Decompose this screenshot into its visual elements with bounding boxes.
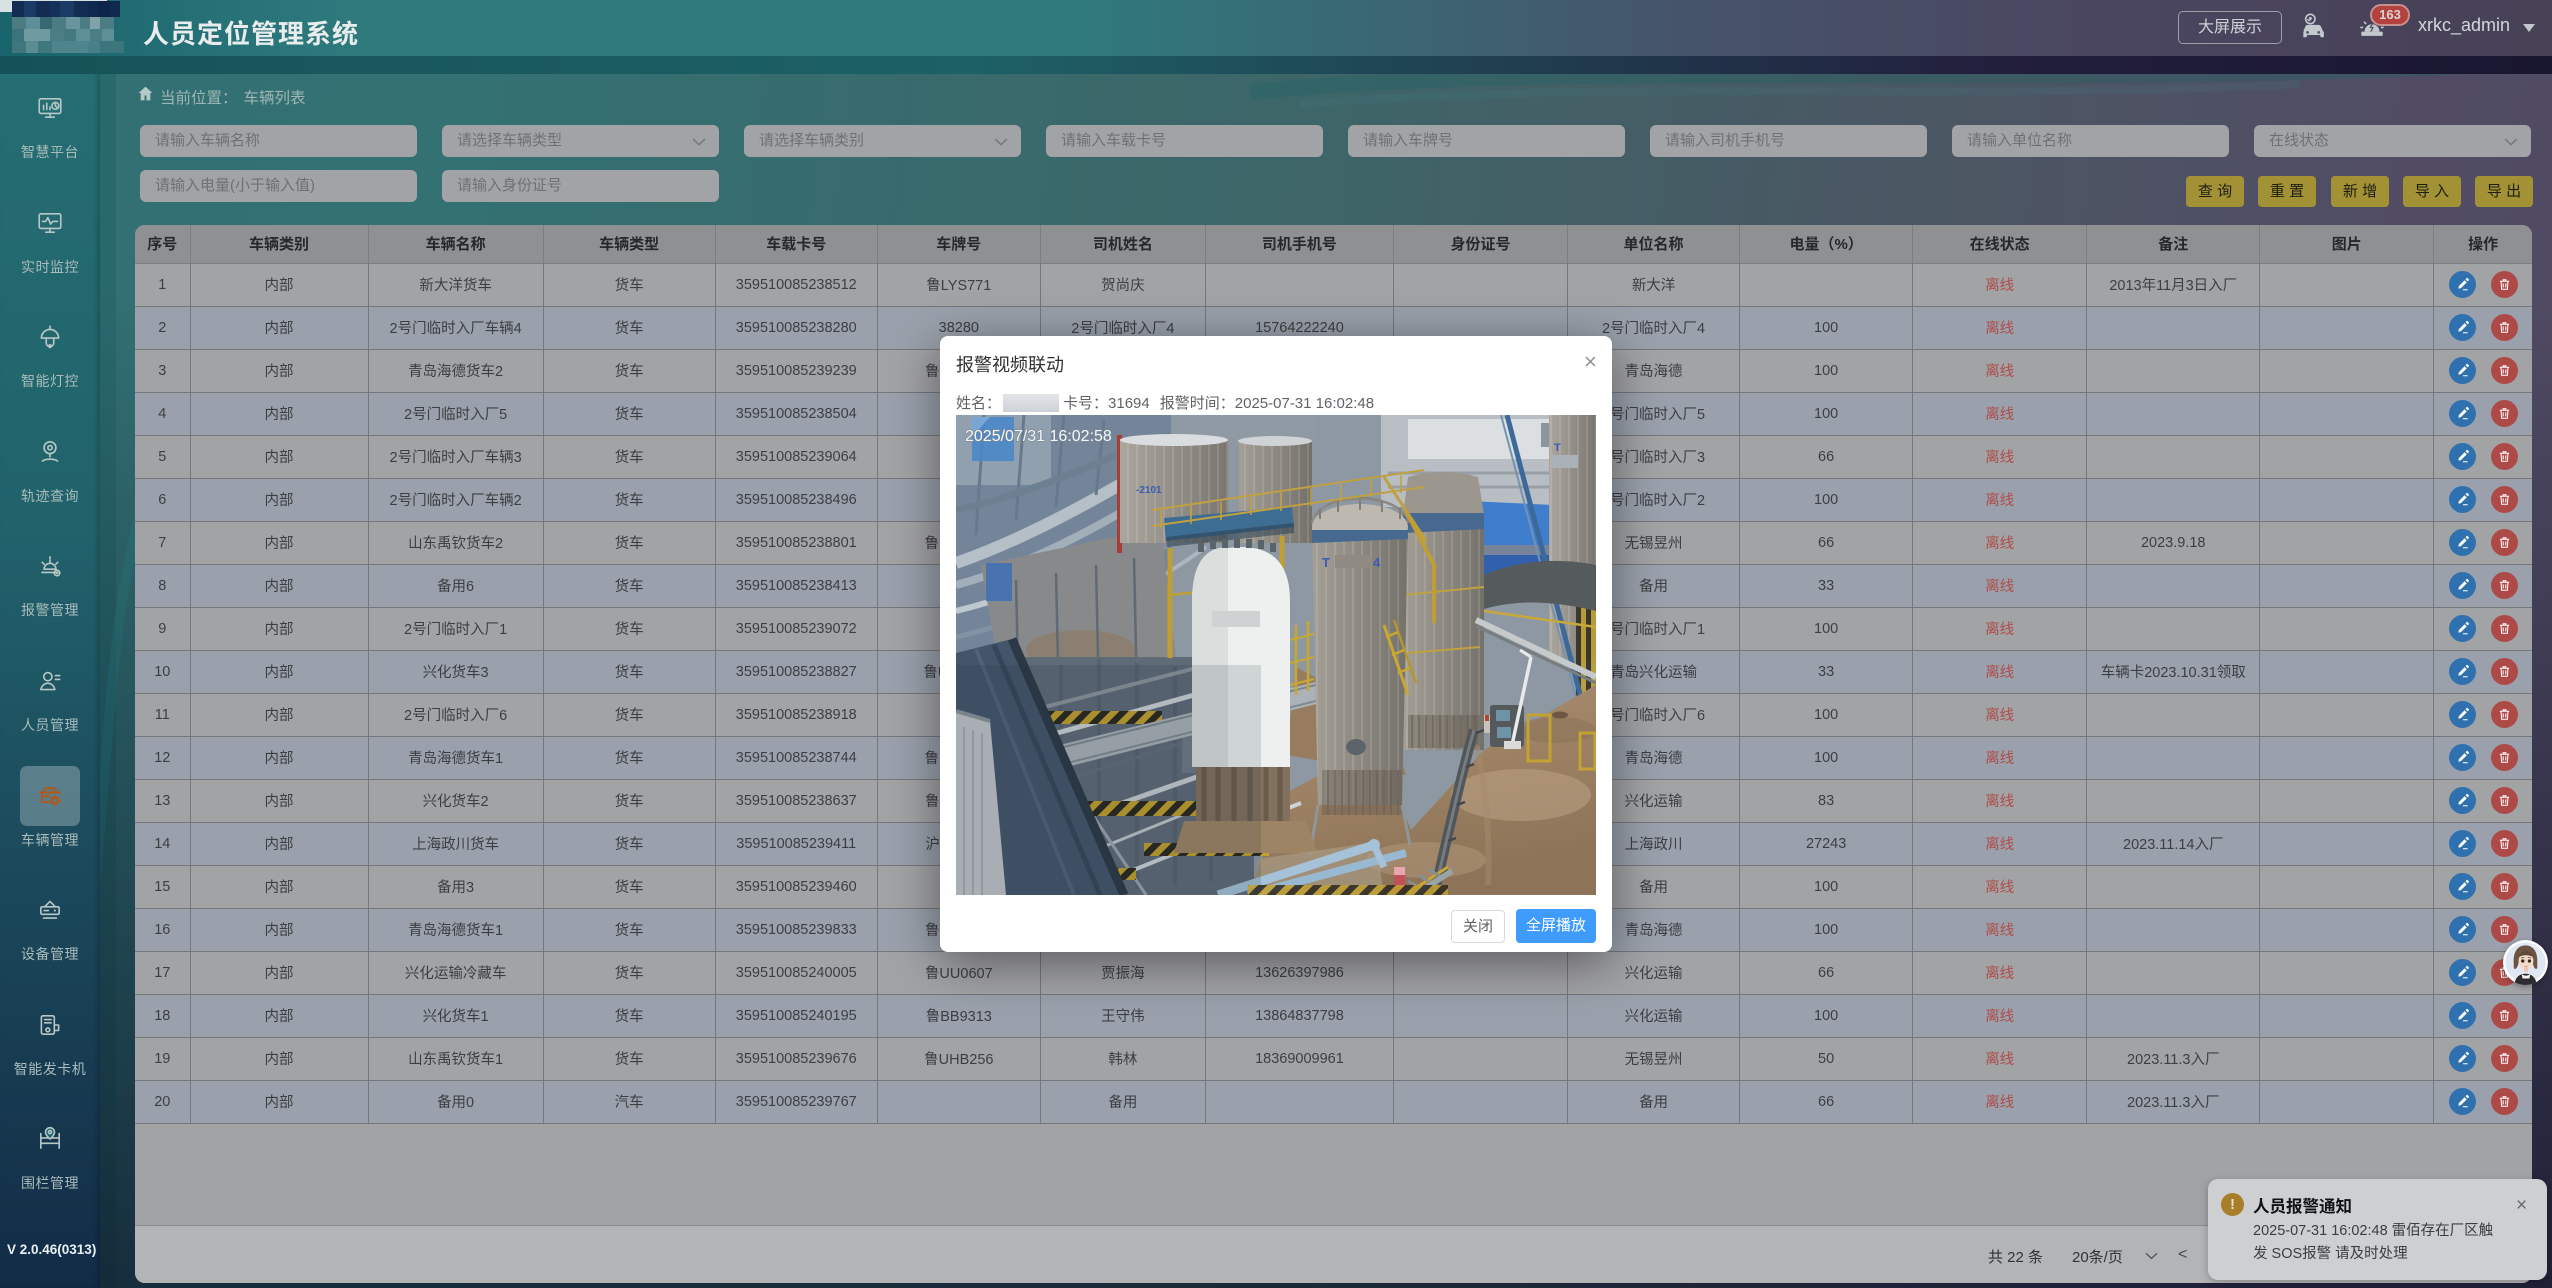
svg-text:-2101: -2101 xyxy=(1136,485,1162,496)
svg-text:T: T xyxy=(1322,555,1330,570)
svg-text:4: 4 xyxy=(1373,555,1381,570)
svg-text:T: T xyxy=(1554,442,1561,454)
svg-text:2025/07/31 16:02:58: 2025/07/31 16:02:58 xyxy=(965,428,1112,445)
